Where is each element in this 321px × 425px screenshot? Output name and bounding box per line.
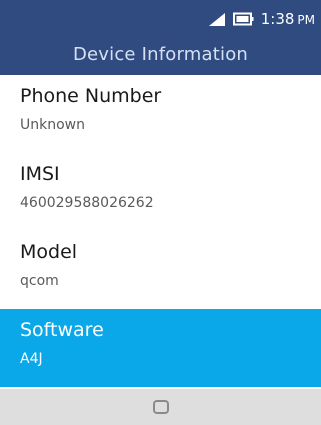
page-title: Device Information	[72, 44, 249, 65]
item-value: 460029588026262	[20, 195, 154, 211]
status-bar: 1:38 PM	[207, 4, 315, 34]
item-label: IMSI	[20, 163, 60, 185]
item-value: Unknown	[20, 117, 85, 133]
list-item-phone-number[interactable]: Phone Number Unknown	[0, 75, 321, 153]
item-label: Model	[20, 241, 78, 263]
device-screen: 1:38 PM Device Information Phone Number …	[0, 0, 321, 425]
item-label: Software	[20, 319, 104, 341]
signal-icon	[208, 13, 225, 26]
softkey-bar	[0, 389, 321, 425]
item-label: Phone Number	[20, 85, 162, 107]
item-value: A4J	[20, 351, 43, 367]
info-list: Phone Number Unknown IMSI 46002958802626…	[0, 75, 321, 387]
list-item-imsi[interactable]: IMSI 460029588026262	[0, 153, 321, 231]
list-item-model[interactable]: Model qcom	[0, 231, 321, 309]
list-item-software[interactable]: Software A4J	[0, 309, 321, 387]
clock-ampm: PM	[297, 13, 315, 27]
header-bar: 1:38 PM Device Information	[0, 0, 321, 75]
center-softkey-icon[interactable]	[152, 400, 169, 414]
item-value: qcom	[20, 273, 59, 289]
clock-time: 1:38	[260, 10, 295, 28]
clock: 1:38 PM	[261, 10, 315, 28]
battery-icon	[232, 12, 254, 26]
